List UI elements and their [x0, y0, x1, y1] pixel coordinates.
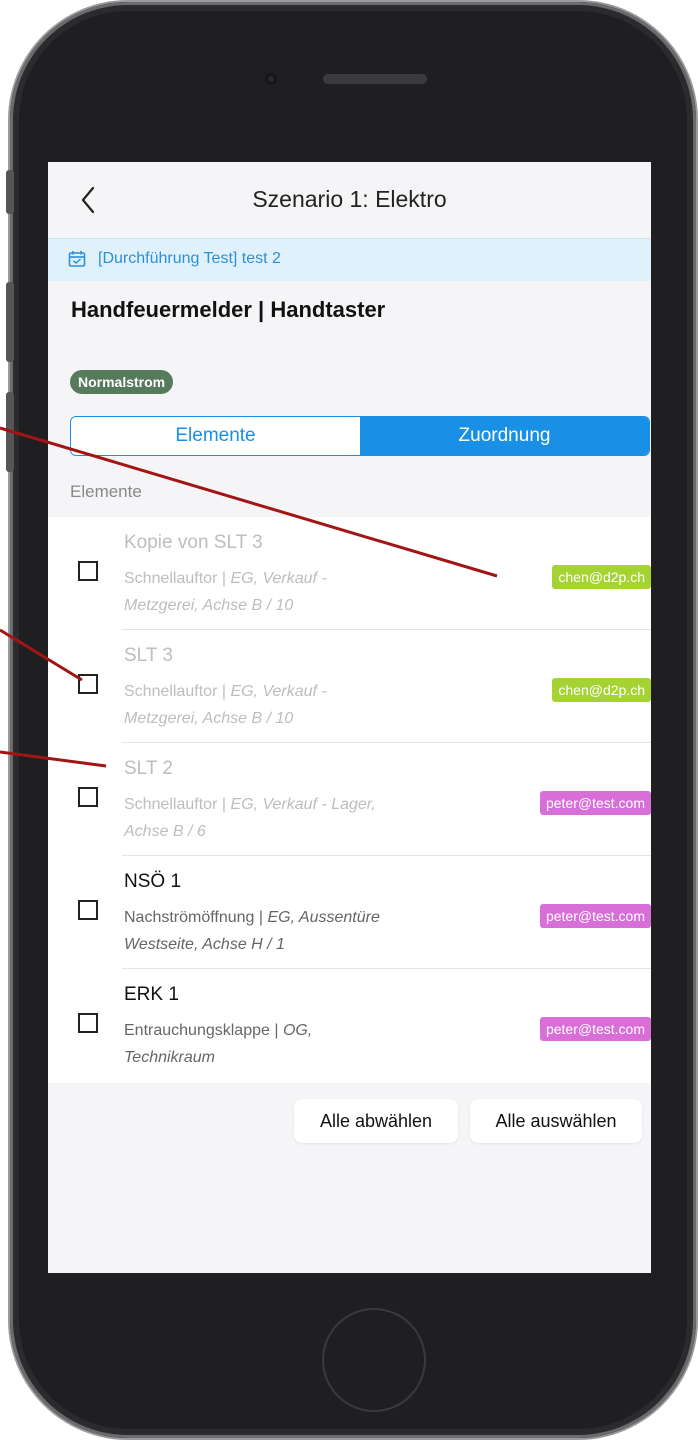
annotation-line	[0, 426, 498, 578]
annotation-line	[0, 750, 107, 768]
annotation-lines	[0, 426, 498, 768]
annotation-line	[0, 628, 83, 682]
